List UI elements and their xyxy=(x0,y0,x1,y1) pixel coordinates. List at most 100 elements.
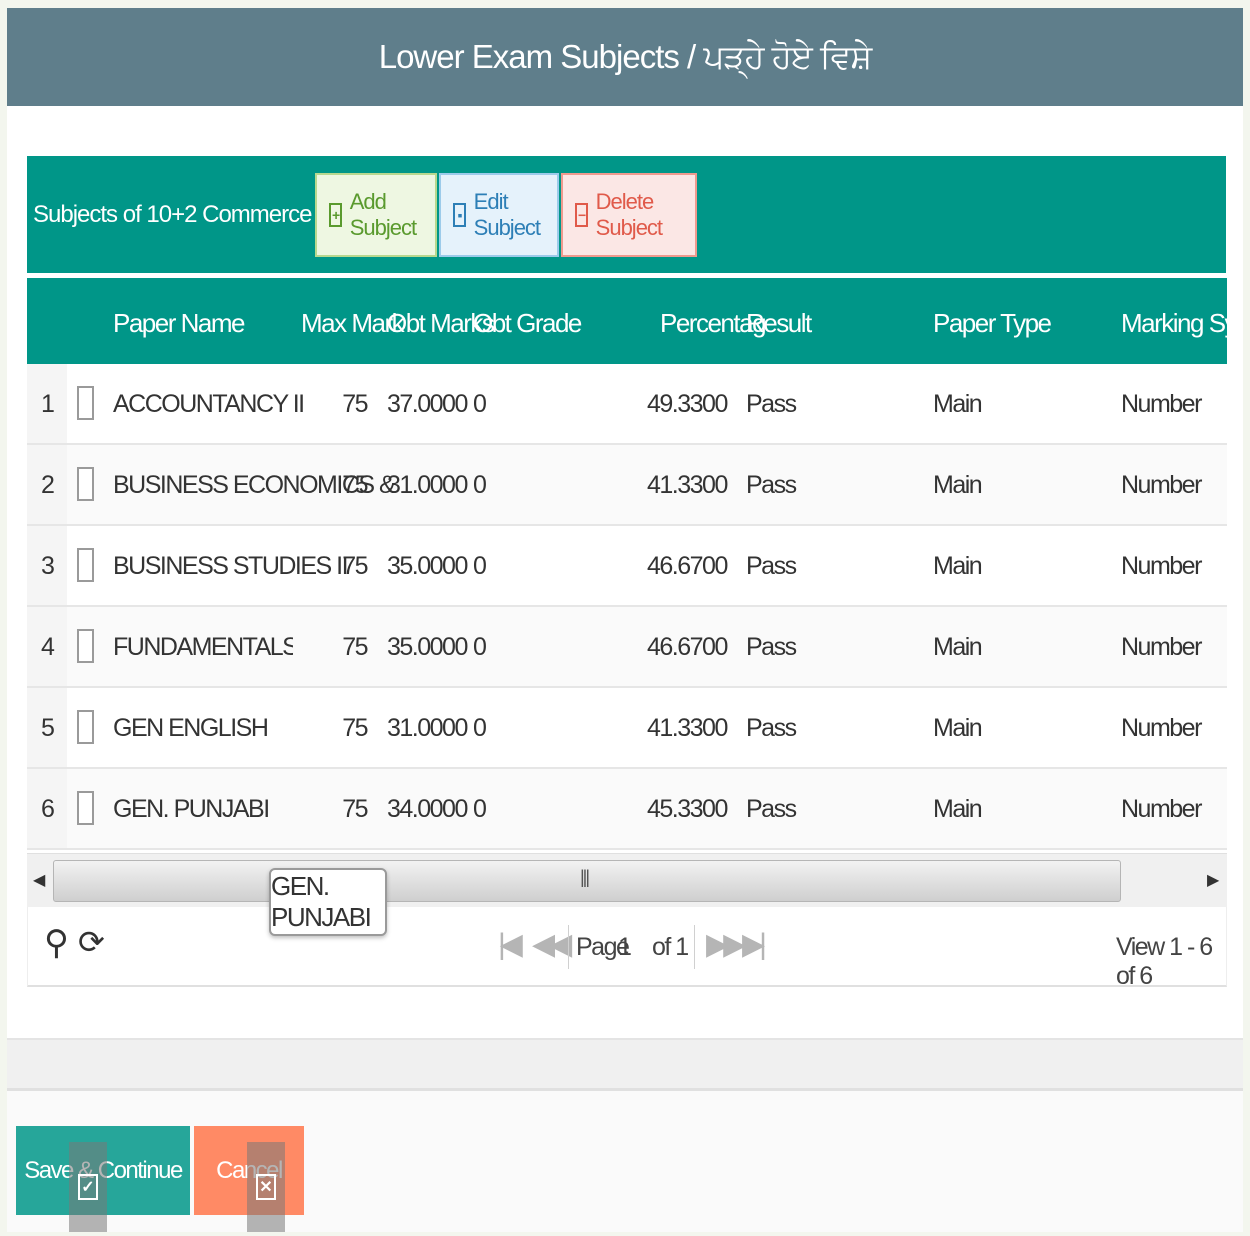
cell-max-mark: 75 xyxy=(342,795,368,823)
cell-percentage: 41.3300 xyxy=(647,714,728,742)
cell-obt-grade: 0 xyxy=(473,714,487,742)
horizontal-scrollbar[interactable]: ◀ ||| ▶ xyxy=(27,853,1227,907)
row-checkbox[interactable] xyxy=(77,629,94,663)
cell-max-mark: 75 xyxy=(342,633,368,661)
scroll-left-arrow-icon[interactable]: ◀ xyxy=(33,870,45,890)
row-checkbox[interactable] xyxy=(77,791,94,825)
cell-paper-type: Main xyxy=(933,471,983,499)
close-icon: ✕ xyxy=(256,1174,276,1200)
scroll-right-arrow-icon[interactable]: ▶ xyxy=(1207,870,1219,890)
cell-percentage: 49.3300 xyxy=(647,390,728,418)
cell-paper-name: BUSINESS STUDIES II xyxy=(113,552,349,580)
row-number: 5 xyxy=(41,714,55,742)
edit-subject-label: Edit Subject xyxy=(473,188,541,240)
cell-paper-type: Main xyxy=(933,390,983,418)
cell-obt-marks: 31.0000 xyxy=(387,471,468,499)
cell-paper-name: GEN ENGLISH xyxy=(113,714,269,742)
cell-percentage: 41.3300 xyxy=(647,471,728,499)
cell-obt-grade: 0 xyxy=(473,633,487,661)
close-icon-overlay: ✕ xyxy=(247,1142,285,1232)
column-header-obt-grade[interactable]: Obt Grade xyxy=(473,308,582,339)
pager-separator xyxy=(694,925,695,969)
row-checkbox[interactable] xyxy=(77,386,94,420)
cell-paper-type: Main xyxy=(933,552,983,580)
table-row[interactable]: 4 FUNDAMENTALS OF E-BU 75 35.0000 0 46.6… xyxy=(27,607,1227,688)
cell-marking-system: Number xyxy=(1121,633,1202,661)
grip-icon: ||| xyxy=(580,867,590,887)
row-checkbox[interactable] xyxy=(77,710,94,744)
row-number: 1 xyxy=(41,390,55,418)
tooltip-text: GEN. PUNJABI xyxy=(271,871,372,932)
table-row[interactable]: 6 GEN. PUNJABI 75 34.0000 0 45.3300 Pass… xyxy=(27,769,1227,850)
scrollbar-thumb[interactable]: ||| xyxy=(53,860,1121,902)
cell-marking-system: Number xyxy=(1121,795,1202,823)
column-header-result[interactable]: Result xyxy=(746,308,812,339)
page-title: Lower Exam Subjects / ਪੜ੍ਹੇ ਹੋਏ ਵਿਸ਼ੇ xyxy=(378,37,873,75)
cell-obt-marks: 37.0000 xyxy=(387,390,468,418)
column-header-marking-system[interactable]: Marking Systen xyxy=(1121,308,1227,339)
cell-percentage: 46.6700 xyxy=(647,633,728,661)
grid-header-row: Paper Name Max Mark Obt Marks Obt Grade … xyxy=(27,278,1227,364)
delete-subject-label: Delete Subject xyxy=(595,188,663,240)
cell-percentage: 46.6700 xyxy=(647,552,728,580)
column-header-paper-name[interactable]: Paper Name xyxy=(113,308,245,339)
page-header: Lower Exam Subjects / ਪੜ੍ਹੇ ਹੋਏ ਵਿਸ਼ੇ xyxy=(7,8,1243,106)
prev-page-icon[interactable]: ◀◀ xyxy=(532,927,572,962)
cell-result: Pass xyxy=(746,795,797,823)
table-row[interactable]: 3 BUSINESS STUDIES II 75 35.0000 0 46.67… xyxy=(27,526,1227,607)
cell-result: Pass xyxy=(746,390,797,418)
plus-icon: + xyxy=(329,202,342,227)
footer-bar xyxy=(7,1088,1243,1232)
cell-marking-system: Number xyxy=(1121,390,1202,418)
pager-separator xyxy=(568,925,569,969)
cell-marking-system: Number xyxy=(1121,714,1202,742)
cell-result: Pass xyxy=(746,714,797,742)
cell-max-mark: 75 xyxy=(342,714,368,742)
column-header-paper-type[interactable]: Paper Type xyxy=(933,308,1052,339)
cell-paper-name: FUNDAMENTALS OF E-BU xyxy=(113,633,293,661)
check-icon-overlay: ✓ xyxy=(69,1142,107,1232)
table-row[interactable]: 2 BUSINESS ECONOMICS & 75 31.0000 0 41.3… xyxy=(27,445,1227,526)
cell-percentage: 45.3300 xyxy=(647,795,728,823)
row-number: 2 xyxy=(41,471,55,499)
cell-max-mark: 75 xyxy=(342,390,368,418)
cell-max-mark: 75 xyxy=(342,552,368,580)
grid-body: 1 ACCOUNTANCY II 75 37.0000 0 49.3300 Pa… xyxy=(27,364,1227,850)
table-row[interactable]: 5 GEN ENGLISH 75 31.0000 0 41.3300 Pass … xyxy=(27,688,1227,769)
first-page-icon[interactable]: |◀ xyxy=(498,927,523,962)
add-subject-button[interactable]: + Add Subject xyxy=(315,172,438,257)
row-checkbox[interactable] xyxy=(77,467,94,501)
page-frame: Lower Exam Subjects / ਪੜ੍ਹੇ ਹੋਏ ਵਿਸ਼ੇ Su… xyxy=(7,8,1243,1232)
row-number: 4 xyxy=(41,633,55,661)
cell-obt-marks: 31.0000 xyxy=(387,714,468,742)
cell-obt-grade: 0 xyxy=(473,390,487,418)
cell-paper-type: Main xyxy=(933,633,983,661)
cell-obt-marks: 35.0000 xyxy=(387,552,468,580)
cell-obt-grade: 0 xyxy=(473,471,487,499)
search-icon[interactable]: ⚲ xyxy=(44,923,69,963)
row-number: 6 xyxy=(41,795,55,823)
delete-subject-button[interactable]: − Delete Subject xyxy=(561,172,698,257)
cell-max-mark: 75 xyxy=(342,471,368,499)
edit-icon: ▪ xyxy=(453,202,466,227)
edit-subject-button[interactable]: ▪ Edit Subject xyxy=(439,172,560,257)
add-subject-label: Add Subject xyxy=(349,188,417,240)
records-count: View 1 - 6 of 6 xyxy=(1116,933,1213,990)
cell-tooltip: GEN. PUNJABI xyxy=(269,868,387,936)
page-total: of 1 xyxy=(652,933,689,961)
row-checkbox[interactable] xyxy=(77,548,94,582)
table-row[interactable]: 1 ACCOUNTANCY II 75 37.0000 0 49.3300 Pa… xyxy=(27,364,1227,445)
minus-icon: − xyxy=(575,202,588,227)
cell-obt-marks: 35.0000 xyxy=(387,633,468,661)
section-divider xyxy=(7,1038,1243,1088)
cell-result: Pass xyxy=(746,471,797,499)
subjects-panel: Subjects of 10+2 Commerce + Add Subject … xyxy=(27,156,1227,990)
cell-paper-name: ACCOUNTANCY II xyxy=(113,390,305,418)
next-page-icon[interactable]: ▶▶ xyxy=(706,927,746,962)
refresh-icon[interactable]: ⟳ xyxy=(78,923,105,961)
last-page-icon[interactable]: ▶| xyxy=(742,927,767,962)
check-icon: ✓ xyxy=(78,1174,98,1200)
page-number-input[interactable]: 1 xyxy=(618,933,632,962)
row-number: 3 xyxy=(41,552,55,580)
cell-obt-grade: 0 xyxy=(473,795,487,823)
